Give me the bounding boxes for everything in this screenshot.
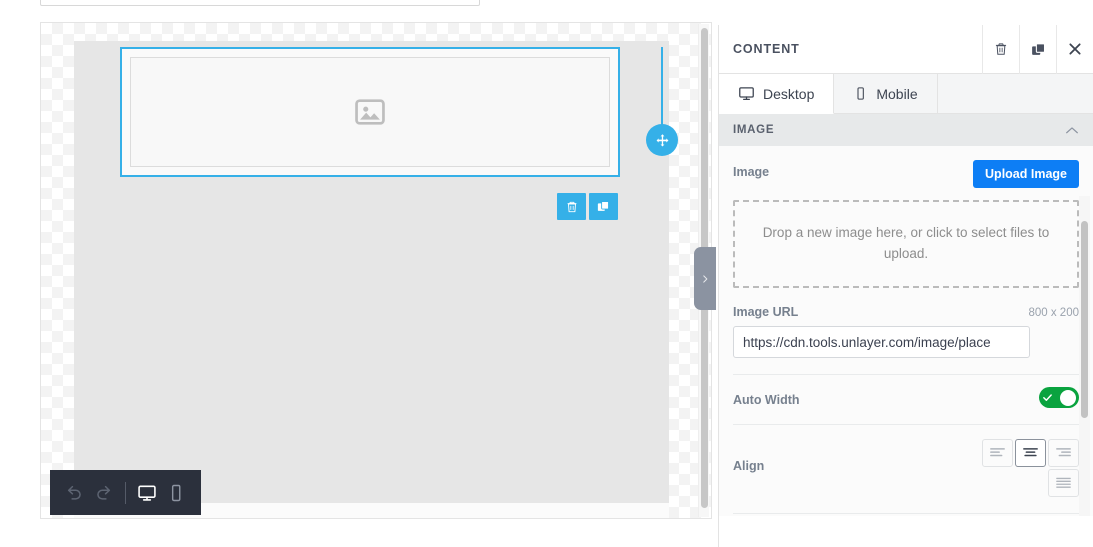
undo-button[interactable] [61,477,88,509]
content-properties-panel: CONTENT Desktop Mobile IMAGE Image Uploa… [718,24,1093,547]
chevron-right-icon [703,274,708,283]
image-section-header[interactable]: IMAGE [719,114,1093,146]
trash-icon [995,43,1007,55]
chevron-up-icon[interactable] [1065,126,1079,135]
panel-body: Image Upload Image Drop a new image here… [719,146,1093,516]
image-placeholder-icon [355,99,385,125]
duplicate-icon [597,201,609,211]
panel-divider-3 [733,513,1079,514]
image-upload-row: Image Upload Image [719,146,1093,188]
block-drag-handle[interactable] [646,124,678,156]
duplicate-content-button[interactable] [1019,24,1056,74]
move-arrows-icon [656,133,668,146]
image-label: Image [733,165,770,179]
email-builder-app: CONTENT Desktop Mobile IMAGE Image Uploa… [0,0,1093,547]
tab-mobile[interactable]: Mobile [834,74,938,113]
delete-block-button[interactable] [557,193,586,220]
upload-image-button[interactable]: Upload Image [973,160,1079,188]
tab-desktop[interactable]: Desktop [719,74,835,114]
mobile-preview-button[interactable] [163,477,190,509]
align-left-icon [990,448,1005,457]
editor-canvas-area [0,0,718,547]
image-dimensions-text: 800 x 200 [1028,307,1079,319]
duplicate-block-button[interactable] [589,193,618,220]
image-section-title: IMAGE [733,124,775,136]
editor-bottom-toolbar [50,470,201,515]
redo-button[interactable] [90,477,117,509]
redo-icon [97,485,111,500]
auto-width-toggle[interactable] [1039,387,1079,408]
close-icon [1069,43,1081,55]
tab-desktop-label: Desktop [763,85,815,102]
desktop-icon [739,87,754,101]
align-label: Align [733,459,765,473]
panel-device-tabs: Desktop Mobile [719,74,1093,114]
mobile-icon [172,484,181,501]
desktop-preview-button[interactable] [134,477,161,509]
duplicate-icon [1031,42,1045,55]
panel-scrollbar-thumb[interactable] [1081,221,1088,418]
canvas-frame [40,22,712,519]
undo-icon [67,485,81,500]
panel-scrollbar-track[interactable] [1079,196,1090,516]
toolbar-partial-box-above [40,0,480,6]
image-placeholder-container[interactable] [130,57,610,167]
close-panel-button[interactable] [1056,24,1093,74]
align-button-group [977,439,1079,497]
auto-width-label: Auto Width [733,393,800,407]
toggle-knob [1060,389,1076,406]
align-justify-icon [1056,477,1071,488]
mobile-icon [857,87,865,100]
tab-mobile-label: Mobile [876,85,918,102]
panel-header: CONTENT [719,24,1093,74]
align-center-button[interactable] [1015,439,1046,467]
panel-title: CONTENT [733,42,800,56]
image-url-input[interactable] [733,326,1030,358]
block-action-buttons [557,193,618,220]
drag-handle-connector [661,47,663,125]
toolbar-divider [125,481,126,504]
image-dropzone[interactable]: Drop a new image here, or click to selec… [733,200,1079,288]
image-url-label: Image URL [733,305,799,319]
auto-width-row: Auto Width [719,375,1093,408]
delete-content-button[interactable] [982,24,1019,74]
align-center-icon [1023,448,1038,457]
align-row: Align [719,425,1093,497]
align-justify-button[interactable] [1048,469,1079,497]
check-icon [1043,394,1052,401]
align-left-button[interactable] [982,439,1013,467]
align-right-button[interactable] [1048,439,1079,467]
dropzone-text: Drop a new image here, or click to selec… [762,225,1050,261]
align-right-icon [1056,448,1071,457]
desktop-icon [138,485,157,501]
selected-image-block[interactable] [120,47,620,177]
collapse-panel-toggle[interactable] [694,247,716,310]
trash-icon [567,201,576,212]
image-url-row: Image URL 800 x 200 [719,288,1093,319]
